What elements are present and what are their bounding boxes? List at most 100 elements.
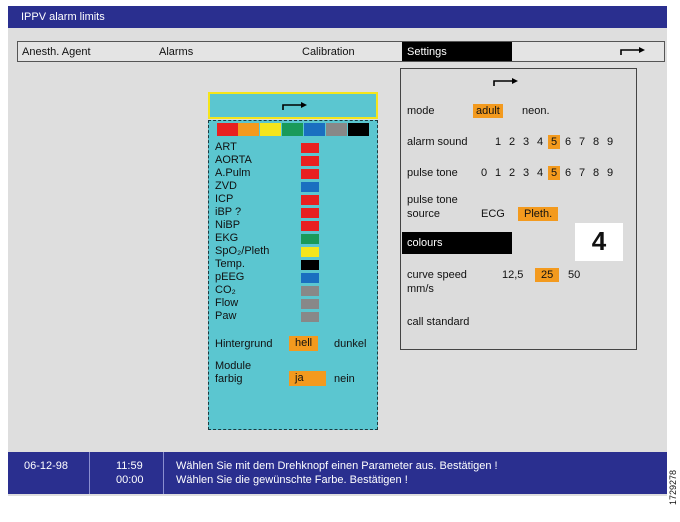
alarm-sound-option[interactable]: 2 (509, 136, 515, 148)
mode-option-neon[interactable]: neon. (522, 105, 550, 117)
menu-item-anesth-agent[interactable]: Anesth. Agent (22, 46, 91, 58)
colours-label: colours (407, 237, 443, 249)
parameter-label[interactable]: CO₂ (215, 284, 236, 296)
curve-speed-option[interactable]: 12,5 (502, 269, 523, 281)
parameter-label[interactable]: Temp. (215, 258, 245, 270)
status-time-2: 00:00 (116, 474, 144, 486)
module-label-1: Module (215, 360, 252, 372)
alarm-sound-option-selected[interactable]: 5 (548, 135, 561, 149)
status-date: 06-12-98 (24, 460, 69, 472)
parameter-colour-swatch[interactable] (301, 260, 319, 270)
parameter-colour-swatch[interactable] (301, 208, 319, 218)
pulse-tone-option[interactable]: 9 (607, 167, 613, 179)
alarm-sound-option[interactable]: 6 (565, 136, 571, 148)
palette-swatch[interactable] (282, 123, 303, 136)
status-date-cell: 06-12-98 (8, 452, 90, 494)
pulse-source-label-2: source (407, 208, 441, 220)
window-title: IPPV alarm limits (21, 11, 105, 23)
status-message-1: Wählen Sie mit dem Drehknopf einen Param… (176, 460, 498, 472)
menu-item-alarms[interactable]: Alarms (159, 46, 193, 58)
parameter-colour-swatch[interactable] (301, 247, 319, 257)
parameter-label[interactable]: Paw (215, 310, 236, 322)
parameter-label[interactable]: SpO₂/Pleth (215, 245, 269, 257)
palette-swatch[interactable] (238, 123, 259, 136)
parameter-colour-swatch[interactable] (301, 234, 319, 244)
menu-bar: Anesth. Agent Alarms Calibration Setting… (17, 41, 665, 62)
background-option-hell[interactable]: hell (289, 336, 319, 351)
colour-palette (217, 123, 369, 136)
status-bar: 06-12-98 11:59 00:00 Wählen Sie mit dem … (8, 452, 667, 494)
status-time-1: 11:59 (116, 460, 143, 472)
palette-swatch[interactable] (304, 123, 325, 136)
pulse-tone-option[interactable]: 1 (495, 167, 501, 179)
background-option-dunkel[interactable]: dunkel (334, 338, 366, 350)
window-title-bar: IPPV alarm limits (8, 6, 667, 28)
colour-selection-panel: ART AORTA A.Pulm ZVD ICP iBP ? NiBP EKG … (208, 120, 378, 430)
parameter-label[interactable]: pEEG (215, 271, 244, 283)
alarm-sound-label: alarm sound (407, 136, 468, 148)
curve-speed-option[interactable]: 50 (568, 269, 580, 281)
status-message-2: Wählen Sie die gewünschte Farbe. Bestäti… (176, 474, 408, 486)
parameter-label[interactable]: Flow (215, 297, 238, 309)
alarm-sound-option[interactable]: 4 (537, 136, 543, 148)
parameter-label[interactable]: NiBP (215, 219, 240, 231)
alarm-sound-option[interactable]: 7 (579, 136, 585, 148)
pulse-source-label-1: pulse tone (407, 194, 458, 206)
parameter-label[interactable]: A.Pulm (215, 167, 250, 179)
palette-swatch[interactable] (217, 123, 238, 136)
pulse-tone-option[interactable]: 0 (481, 167, 487, 179)
pulse-tone-label: pulse tone (407, 167, 458, 179)
parameter-label[interactable]: ART (215, 141, 237, 153)
menu-item-calibration[interactable]: Calibration (302, 46, 355, 58)
mode-label: mode (407, 105, 435, 117)
parameter-colour-swatch[interactable] (301, 182, 319, 192)
alarm-sound-option[interactable]: 9 (607, 136, 613, 148)
parameter-label[interactable]: EKG (215, 232, 238, 244)
alarm-sound-option[interactable]: 1 (495, 136, 501, 148)
call-standard-button[interactable]: call standard (407, 316, 469, 328)
parameter-colour-swatch[interactable] (301, 273, 319, 283)
pulse-tone-option-selected[interactable]: 5 (548, 166, 561, 180)
mode-option-adult[interactable]: adult (473, 104, 503, 118)
menu-item-settings-label: Settings (407, 46, 447, 58)
palette-swatch[interactable] (326, 123, 347, 136)
colour-panel-header[interactable] (208, 92, 378, 119)
parameter-colour-swatch[interactable] (301, 221, 319, 231)
figure-code: 1729278 (668, 470, 678, 506)
palette-swatch[interactable] (348, 123, 369, 136)
pulse-source-option-pleth[interactable]: Pleth. (518, 207, 559, 221)
pulse-source-option-ecg[interactable]: ECG (481, 208, 505, 220)
curve-speed-label-2: mm/s (407, 283, 434, 295)
pulse-tone-option[interactable]: 8 (593, 167, 599, 179)
module-label-2: farbig (215, 373, 243, 385)
pulse-tone-option[interactable]: 7 (579, 167, 585, 179)
pulse-tone-option[interactable]: 2 (509, 167, 515, 179)
parameter-colour-swatch[interactable] (301, 299, 319, 309)
curve-speed-label-1: curve speed (407, 269, 467, 281)
parameter-colour-swatch[interactable] (301, 286, 319, 296)
palette-swatch[interactable] (260, 123, 281, 136)
parameter-colour-swatch[interactable] (301, 195, 319, 205)
curve-speed-option-selected[interactable]: 25 (535, 268, 560, 282)
alarm-sound-option[interactable]: 3 (523, 136, 529, 148)
parameter-colour-swatch[interactable] (301, 169, 319, 179)
menu-item-settings[interactable]: Settings (402, 42, 512, 61)
colours-menu-item[interactable]: colours (402, 232, 512, 254)
background-label: Hintergrund (215, 338, 273, 350)
enter-arrow-icon[interactable] (491, 75, 521, 89)
pulse-tone-option[interactable]: 3 (523, 167, 529, 179)
parameter-label[interactable]: ZVD (215, 180, 237, 192)
parameter-label[interactable]: iBP ? (215, 206, 241, 218)
parameter-label[interactable]: AORTA (215, 154, 252, 166)
parameter-colour-swatch[interactable] (301, 312, 319, 322)
module-option-nein[interactable]: nein (334, 373, 355, 385)
pulse-tone-option[interactable]: 6 (565, 167, 571, 179)
step-number-badge: 4 (575, 223, 623, 261)
parameter-colour-swatch[interactable] (301, 143, 319, 153)
enter-arrow-icon[interactable] (618, 44, 648, 58)
parameter-colour-swatch[interactable] (301, 156, 319, 166)
alarm-sound-option[interactable]: 8 (593, 136, 599, 148)
parameter-label[interactable]: ICP (215, 193, 233, 205)
module-option-ja[interactable]: ja (289, 371, 326, 386)
pulse-tone-option[interactable]: 4 (537, 167, 543, 179)
